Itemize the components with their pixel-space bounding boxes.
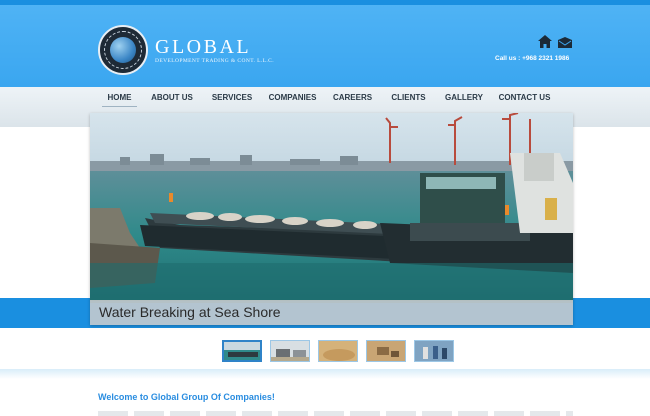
nav-careers[interactable]: CAREERS [324, 87, 381, 109]
home-icon[interactable] [538, 35, 552, 48]
main-nav: HOME ABOUT US SERVICES COMPANIES CAREERS… [98, 84, 557, 109]
call-us-text: Call us : +968 2321 1986 [495, 55, 570, 62]
content-text-preview [98, 411, 573, 416]
caption-bar: Water Breaking at Sea Shore [90, 300, 573, 325]
globe-icon [110, 37, 136, 63]
mail-icon[interactable] [558, 37, 572, 48]
thumbnail-excavation[interactable] [366, 340, 406, 362]
nav-clients[interactable]: CLIENTS [381, 87, 436, 109]
content-divider [0, 369, 650, 379]
slide-caption: Water Breaking at Sea Shore [99, 304, 281, 320]
hero-photo [90, 113, 573, 303]
welcome-heading: Welcome to Global Group Of Companies! [98, 392, 275, 402]
nav-gallery[interactable]: GALLERY [436, 87, 492, 109]
nav-companies[interactable]: COMPANIES [261, 87, 324, 109]
thumbnail-barge[interactable] [222, 340, 262, 362]
thumbnail-trucks[interactable] [270, 340, 310, 362]
nav-about-us[interactable]: ABOUT US [141, 87, 203, 109]
logo-title[interactable]: GLOBAL [155, 36, 251, 59]
logo-emblem[interactable] [98, 25, 148, 75]
thumbnail-workers[interactable] [414, 340, 454, 362]
nav-services[interactable]: SERVICES [203, 87, 261, 109]
site-header: GLOBAL DEVELOPMENT TRADING & CONT. L.L.C… [0, 5, 650, 87]
slider-thumbnails [222, 340, 462, 362]
nav-home[interactable]: HOME [98, 84, 141, 109]
nav-contact-us[interactable]: CONTACT US [492, 87, 557, 109]
hero-slider[interactable]: Water Breaking at Sea Shore [90, 113, 573, 325]
thumbnail-sand[interactable] [318, 340, 358, 362]
logo-subtitle: DEVELOPMENT TRADING & CONT. L.L.C. [155, 58, 275, 64]
